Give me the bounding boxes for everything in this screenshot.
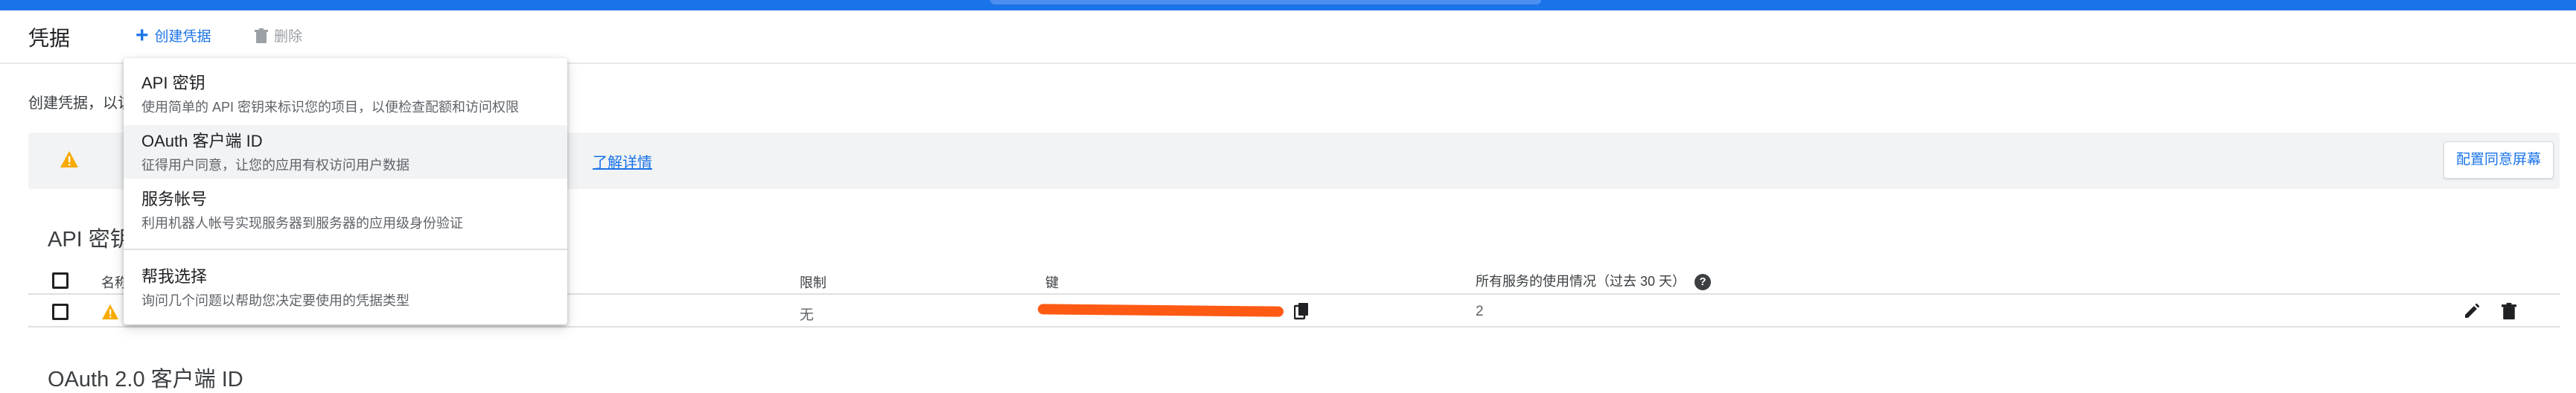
row-limit: 无	[800, 307, 814, 323]
menu-item-title: API 密钥	[141, 74, 205, 92]
delete-label: 删除	[274, 29, 303, 45]
create-credentials-button[interactable]: + 创建凭据	[136, 22, 211, 48]
edit-icon[interactable]	[2463, 302, 2481, 320]
create-credentials-menu: API 密钥 使用简单的 API 密钥来标识您的项目，以便检查配额和访问权限 O…	[124, 58, 567, 325]
column-limit: 限制	[800, 275, 826, 290]
row-usage: 2	[1476, 304, 1484, 319]
column-usage-label: 所有服务的使用情况（过去 30 天）	[1476, 274, 1686, 289]
warning-icon	[60, 151, 78, 167]
column-key: 键	[1045, 275, 1059, 290]
menu-item-desc: 使用简单的 API 密钥来标识您的项目，以便检查配额和访问权限	[141, 100, 520, 115]
menu-item-api-key[interactable]: API 密钥 使用简单的 API 密钥来标识您的项目，以便检查配额和访问权限	[124, 68, 567, 122]
configure-consent-screen-button[interactable]: 配置同意屏幕	[2443, 141, 2554, 179]
menu-item-desc: 利用机器人帐号实现服务器到服务器的应用级身份验证	[141, 216, 463, 231]
select-all-checkbox[interactable]	[52, 272, 68, 289]
menu-item-title: OAuth 客户端 ID	[141, 132, 263, 150]
search-bar[interactable]	[990, 0, 1541, 4]
menu-divider	[124, 249, 567, 250]
delete-button[interactable]: 删除	[255, 25, 302, 45]
menu-item-oauth-client-id[interactable]: OAuth 客户端 ID 征得用户同意，让您的应用有权访问用户数据	[124, 125, 567, 179]
menu-item-title: 服务帐号	[141, 190, 208, 208]
menu-item-service-account[interactable]: 服务帐号 利用机器人帐号实现服务器到服务器的应用级身份验证	[124, 183, 567, 237]
create-credentials-label: 创建凭据	[154, 29, 211, 45]
learn-more-link[interactable]: 了解详情	[593, 150, 652, 172]
warning-icon	[102, 304, 118, 320]
trash-icon	[255, 28, 268, 43]
menu-item-desc: 征得用户同意，让您的应用有权访问用户数据	[141, 158, 409, 173]
menu-item-desc: 询问几个问题以帮助您决定要使用的凭据类型	[141, 293, 409, 308]
column-usage: 所有服务的使用情况（过去 30 天）?	[1476, 271, 1712, 291]
copy-icon[interactable]	[1294, 302, 1310, 320]
row-checkbox[interactable]	[52, 304, 68, 320]
top-app-bar	[0, 0, 2576, 10]
plus-icon: +	[136, 22, 149, 48]
api-keys-section-title: API 密钥	[48, 228, 132, 252]
page-title: 凭据	[28, 27, 71, 50]
redacted-key	[1037, 304, 1284, 317]
help-icon[interactable]: ?	[1695, 274, 1712, 291]
trash-icon[interactable]	[2502, 302, 2516, 320]
page-header: 凭据 + 创建凭据 删除	[0, 10, 2576, 64]
oauth-section-title: OAuth 2.0 客户端 ID	[48, 368, 243, 392]
menu-item-help-me-choose[interactable]: 帮我选择 询问几个问题以帮助您决定要使用的凭据类型	[124, 261, 567, 314]
intro-text: 创建凭据，以访	[28, 95, 133, 112]
menu-item-title: 帮我选择	[141, 267, 208, 286]
